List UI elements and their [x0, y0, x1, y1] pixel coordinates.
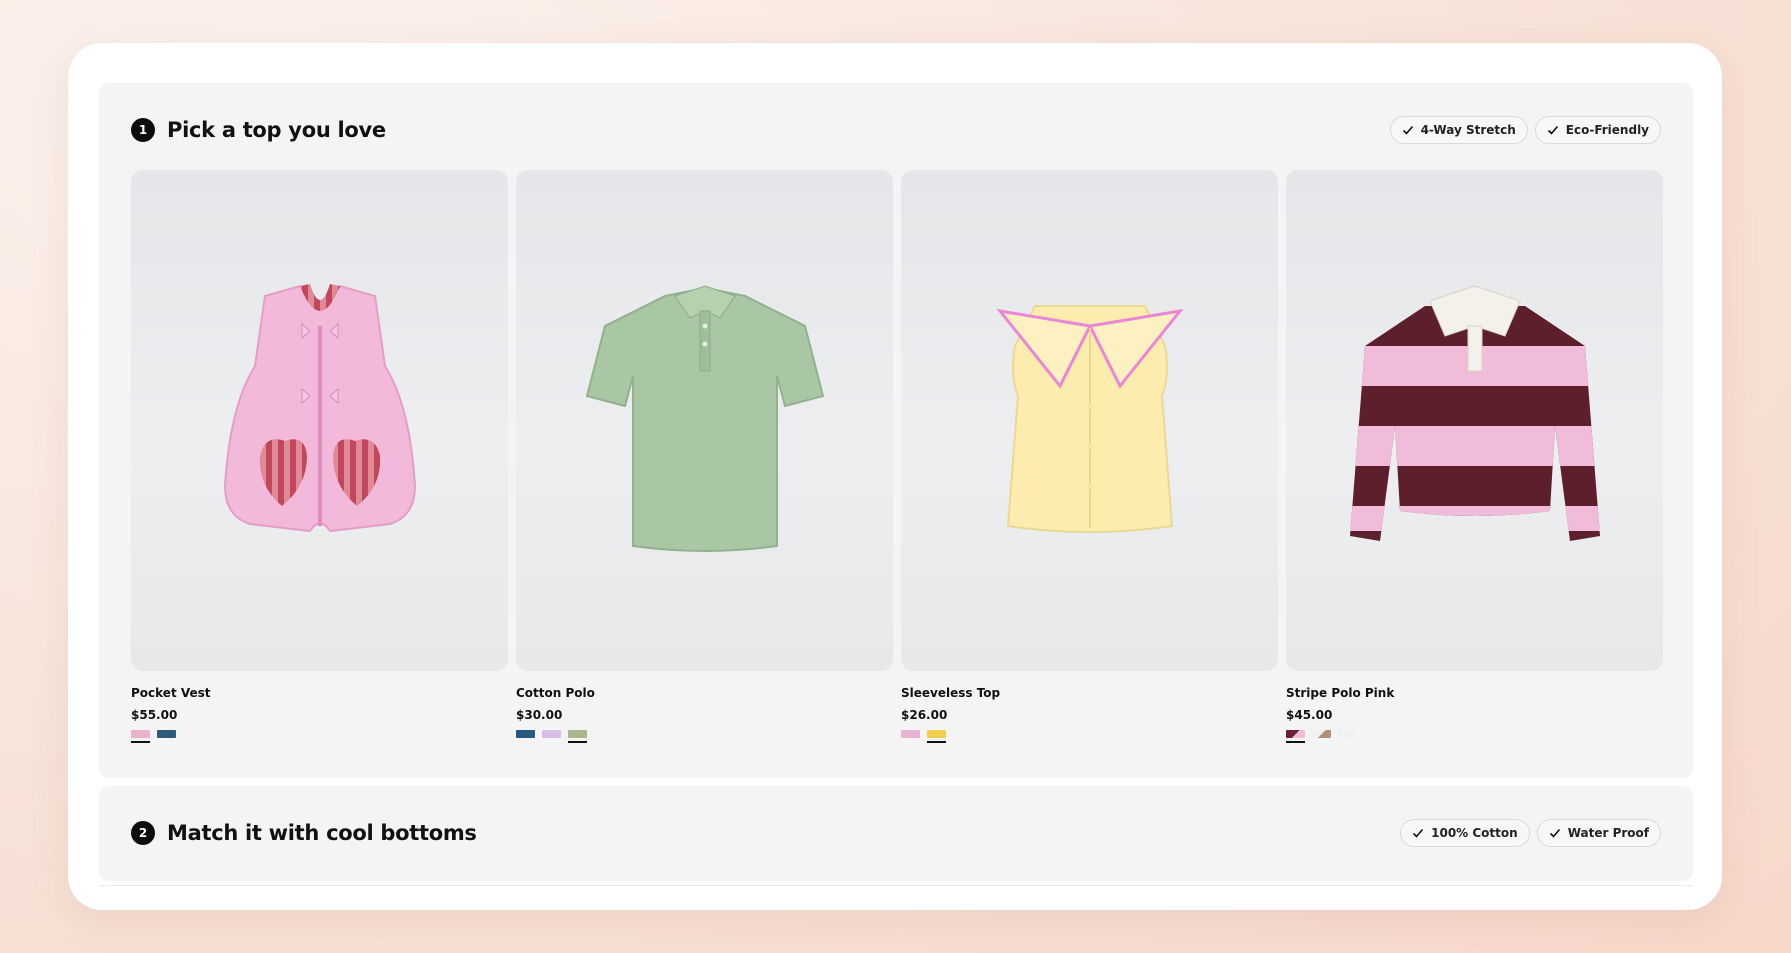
product-card[interactable]: Pocket Vest $55.00 [131, 170, 508, 743]
step-two-title: Match it with cool bottoms [167, 821, 477, 845]
product-card[interactable]: Cotton Polo $30.00 [516, 170, 893, 743]
color-swatch[interactable] [157, 730, 176, 743]
step-two-title-group: 2 Match it with cool bottoms [131, 821, 477, 845]
step-number-badge: 1 [131, 118, 155, 142]
color-swatch[interactable] [1286, 730, 1305, 743]
product-name[interactable]: Pocket Vest [131, 686, 508, 700]
product-price: $26.00 [901, 708, 948, 722]
feature-tag-label: Water Proof [1567, 826, 1649, 840]
check-icon [1549, 828, 1560, 838]
step-two-panel: 2 Match it with cool bottoms 100% Cotton… [99, 786, 1693, 881]
product-price: $45.00 [1286, 708, 1333, 722]
color-swatch[interactable] [131, 730, 150, 743]
product-name[interactable]: Cotton Polo [516, 686, 893, 700]
check-icon [1413, 828, 1424, 838]
step-number-badge: 2 [131, 821, 155, 845]
feature-tag: Eco-Friendly [1534, 116, 1661, 144]
product-name[interactable]: Stripe Polo Pink [1286, 686, 1663, 700]
product-name[interactable]: Sleeveless Top [901, 686, 1278, 700]
color-swatches [901, 730, 1278, 743]
feature-tag-label: 4-Way Stretch [1420, 123, 1516, 137]
product-image[interactable] [131, 170, 508, 671]
step-one-title: Pick a top you love [167, 118, 386, 142]
yellow-top-image [995, 304, 1184, 533]
color-swatch[interactable] [1312, 730, 1331, 743]
step-one-panel: 1 Pick a top you love 4-Way Stretch Eco-… [99, 83, 1693, 778]
step-two-header: 2 Match it with cool bottoms 100% Cotton… [131, 814, 1661, 852]
color-swatch[interactable] [542, 730, 561, 743]
color-swatch[interactable] [901, 730, 920, 743]
check-icon [1402, 125, 1413, 135]
green-polo-image [585, 284, 824, 552]
step-two-feature-tags: 100% Cotton Water Proof [1400, 819, 1661, 847]
color-swatch[interactable] [568, 730, 587, 743]
step-one-title-group: 1 Pick a top you love [131, 118, 386, 142]
product-price: $30.00 [516, 708, 563, 722]
product-price: $55.00 [131, 708, 178, 722]
striped-sweater-image [1349, 284, 1600, 541]
product-image[interactable] [516, 170, 893, 671]
product-card[interactable]: Sleeveless Top $26.00 [901, 170, 1278, 743]
color-swatches [1286, 730, 1663, 743]
feature-tag: 100% Cotton [1400, 819, 1530, 847]
color-swatch[interactable] [1338, 730, 1357, 743]
color-swatch[interactable] [516, 730, 535, 743]
step-one-header: 1 Pick a top you love 4-Way Stretch Eco-… [131, 111, 1661, 149]
color-swatches [131, 730, 508, 743]
feature-tag-label: Eco-Friendly [1565, 123, 1649, 137]
section-divider [99, 885, 1693, 886]
product-image[interactable] [901, 170, 1278, 671]
feature-tag: Water Proof [1536, 819, 1661, 847]
color-swatches [516, 730, 893, 743]
product-image[interactable] [1286, 170, 1663, 671]
product-grid: Pocket Vest $55.00 Cotton Polo $30.00 Sl… [131, 170, 1663, 743]
color-swatch[interactable] [927, 730, 946, 743]
check-icon [1547, 125, 1558, 135]
step-one-feature-tags: 4-Way Stretch Eco-Friendly [1389, 116, 1661, 144]
pink-vest-image [223, 283, 416, 532]
product-builder-card: 1 Pick a top you love 4-Way Stretch Eco-… [68, 43, 1722, 910]
feature-tag-label: 100% Cotton [1431, 826, 1518, 840]
feature-tag: 4-Way Stretch [1389, 116, 1528, 144]
product-card[interactable]: Stripe Polo Pink $45.00 [1286, 170, 1663, 743]
